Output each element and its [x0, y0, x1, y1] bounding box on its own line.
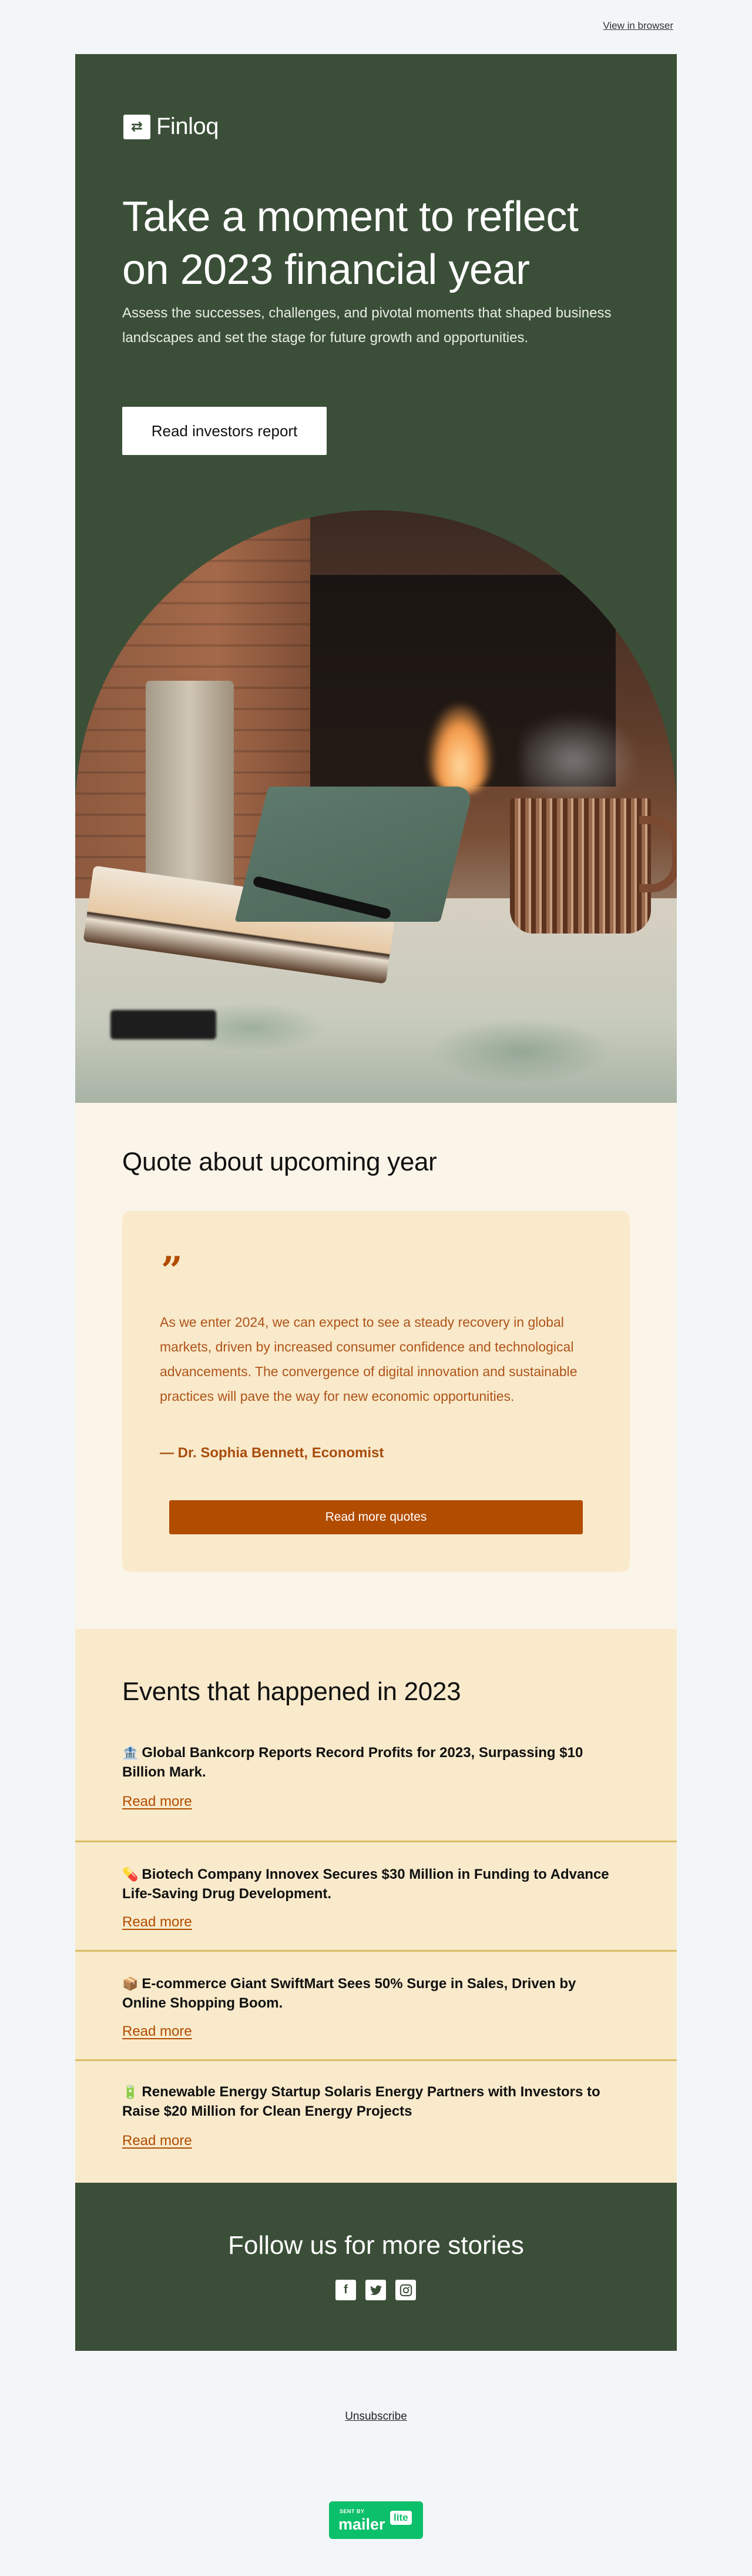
quote-mark-icon: ” — [161, 1249, 183, 1293]
hero-title: Take a moment to reflect on 2023 financi… — [122, 193, 579, 293]
instagram-icon[interactable] — [395, 2280, 416, 2300]
hero-section: ⇄ Finloq Take a moment to reflect on 202… — [75, 54, 677, 1103]
twitter-bird-glyph — [370, 2285, 382, 2295]
badge-lite: lite — [390, 2511, 412, 2525]
follow-title: Follow us for more stories — [228, 2231, 524, 2260]
read-investors-report-button[interactable]: Read investors report — [122, 407, 327, 455]
read-more-quotes-button[interactable]: Read more quotes — [169, 1500, 583, 1534]
twitter-icon[interactable] — [365, 2280, 386, 2300]
photo-fire — [428, 704, 492, 792]
pill-icon: 💊 — [122, 1867, 139, 1882]
badge-sent-by: SENT BY — [340, 2508, 365, 2514]
events-section-title: Events that happened in 2023 — [122, 1677, 461, 1706]
swap-arrows-icon: ⇄ — [123, 114, 150, 139]
photo-eraser — [110, 1010, 216, 1039]
event-title: 💊 Biotech Company Innovex Secures $30 Mil… — [122, 1866, 609, 1902]
event-item: 🏦 Global Bankcorp Reports Record Profits … — [75, 1735, 677, 1841]
view-in-browser-link[interactable]: View in browser — [603, 20, 673, 32]
event-title: 🔋 Renewable Energy Startup Solaris Energy… — [122, 2084, 600, 2119]
unsubscribe-link[interactable]: Unsubscribe — [0, 2410, 752, 2423]
package-icon: 📦 — [122, 1976, 139, 1991]
quote-card: ” As we enter 2024, we can expect to see… — [122, 1211, 630, 1572]
quote-section-title: Quote about upcoming year — [122, 1148, 437, 1176]
event-item: 📦 E-commerce Giant SwiftMart Sees 50% Sur… — [75, 1950, 677, 2059]
mailerlite-badge[interactable]: SENT BY mailer lite — [329, 2501, 423, 2539]
event-read-more-link[interactable]: Read more — [122, 1794, 192, 1810]
quote-author: — Dr. Sophia Bennett, Economist — [160, 1445, 384, 1461]
photo-mug-handle — [639, 816, 677, 892]
event-title: 📦 E-commerce Giant SwiftMart Sees 50% Sur… — [122, 1976, 576, 2011]
social-links: f — [335, 2280, 416, 2300]
quote-text: As we enter 2024, we can expect to see a… — [160, 1314, 578, 1404]
hero-description: Assess the successes, challenges, and pi… — [122, 305, 612, 346]
email-container: ⇄ Finloq Take a moment to reflect on 202… — [75, 54, 677, 2351]
event-item: 💊 Biotech Company Innovex Secures $30 Mil… — [75, 1841, 677, 1950]
facebook-icon[interactable]: f — [335, 2280, 356, 2300]
quote-section: Quote about upcoming year ” As we enter … — [75, 1103, 677, 1629]
events-section: Events that happened in 2023 🏦 Global Ban… — [75, 1629, 677, 2183]
photo-steam — [522, 704, 651, 798]
event-item: 🔋 Renewable Energy Startup Solaris Energy… — [75, 2059, 677, 2183]
bank-icon: 🏦 — [122, 1745, 139, 1760]
hero-image — [75, 510, 677, 1103]
event-title: 🏦 Global Bankcorp Reports Record Profits … — [122, 1745, 583, 1780]
event-read-more-link[interactable]: Read more — [122, 2023, 192, 2040]
follow-section: Follow us for more stories f — [75, 2183, 677, 2351]
badge-mailer: mailer — [338, 2515, 385, 2533]
event-read-more-link[interactable]: Read more — [122, 1914, 192, 1931]
brand-logo: ⇄ Finloq — [123, 113, 219, 140]
photo-mug — [510, 798, 651, 934]
event-read-more-link[interactable]: Read more — [122, 2133, 192, 2149]
battery-icon: 🔋 — [122, 2085, 139, 2099]
brand-name: Finloq — [156, 113, 219, 139]
instagram-glyph — [400, 2284, 412, 2296]
